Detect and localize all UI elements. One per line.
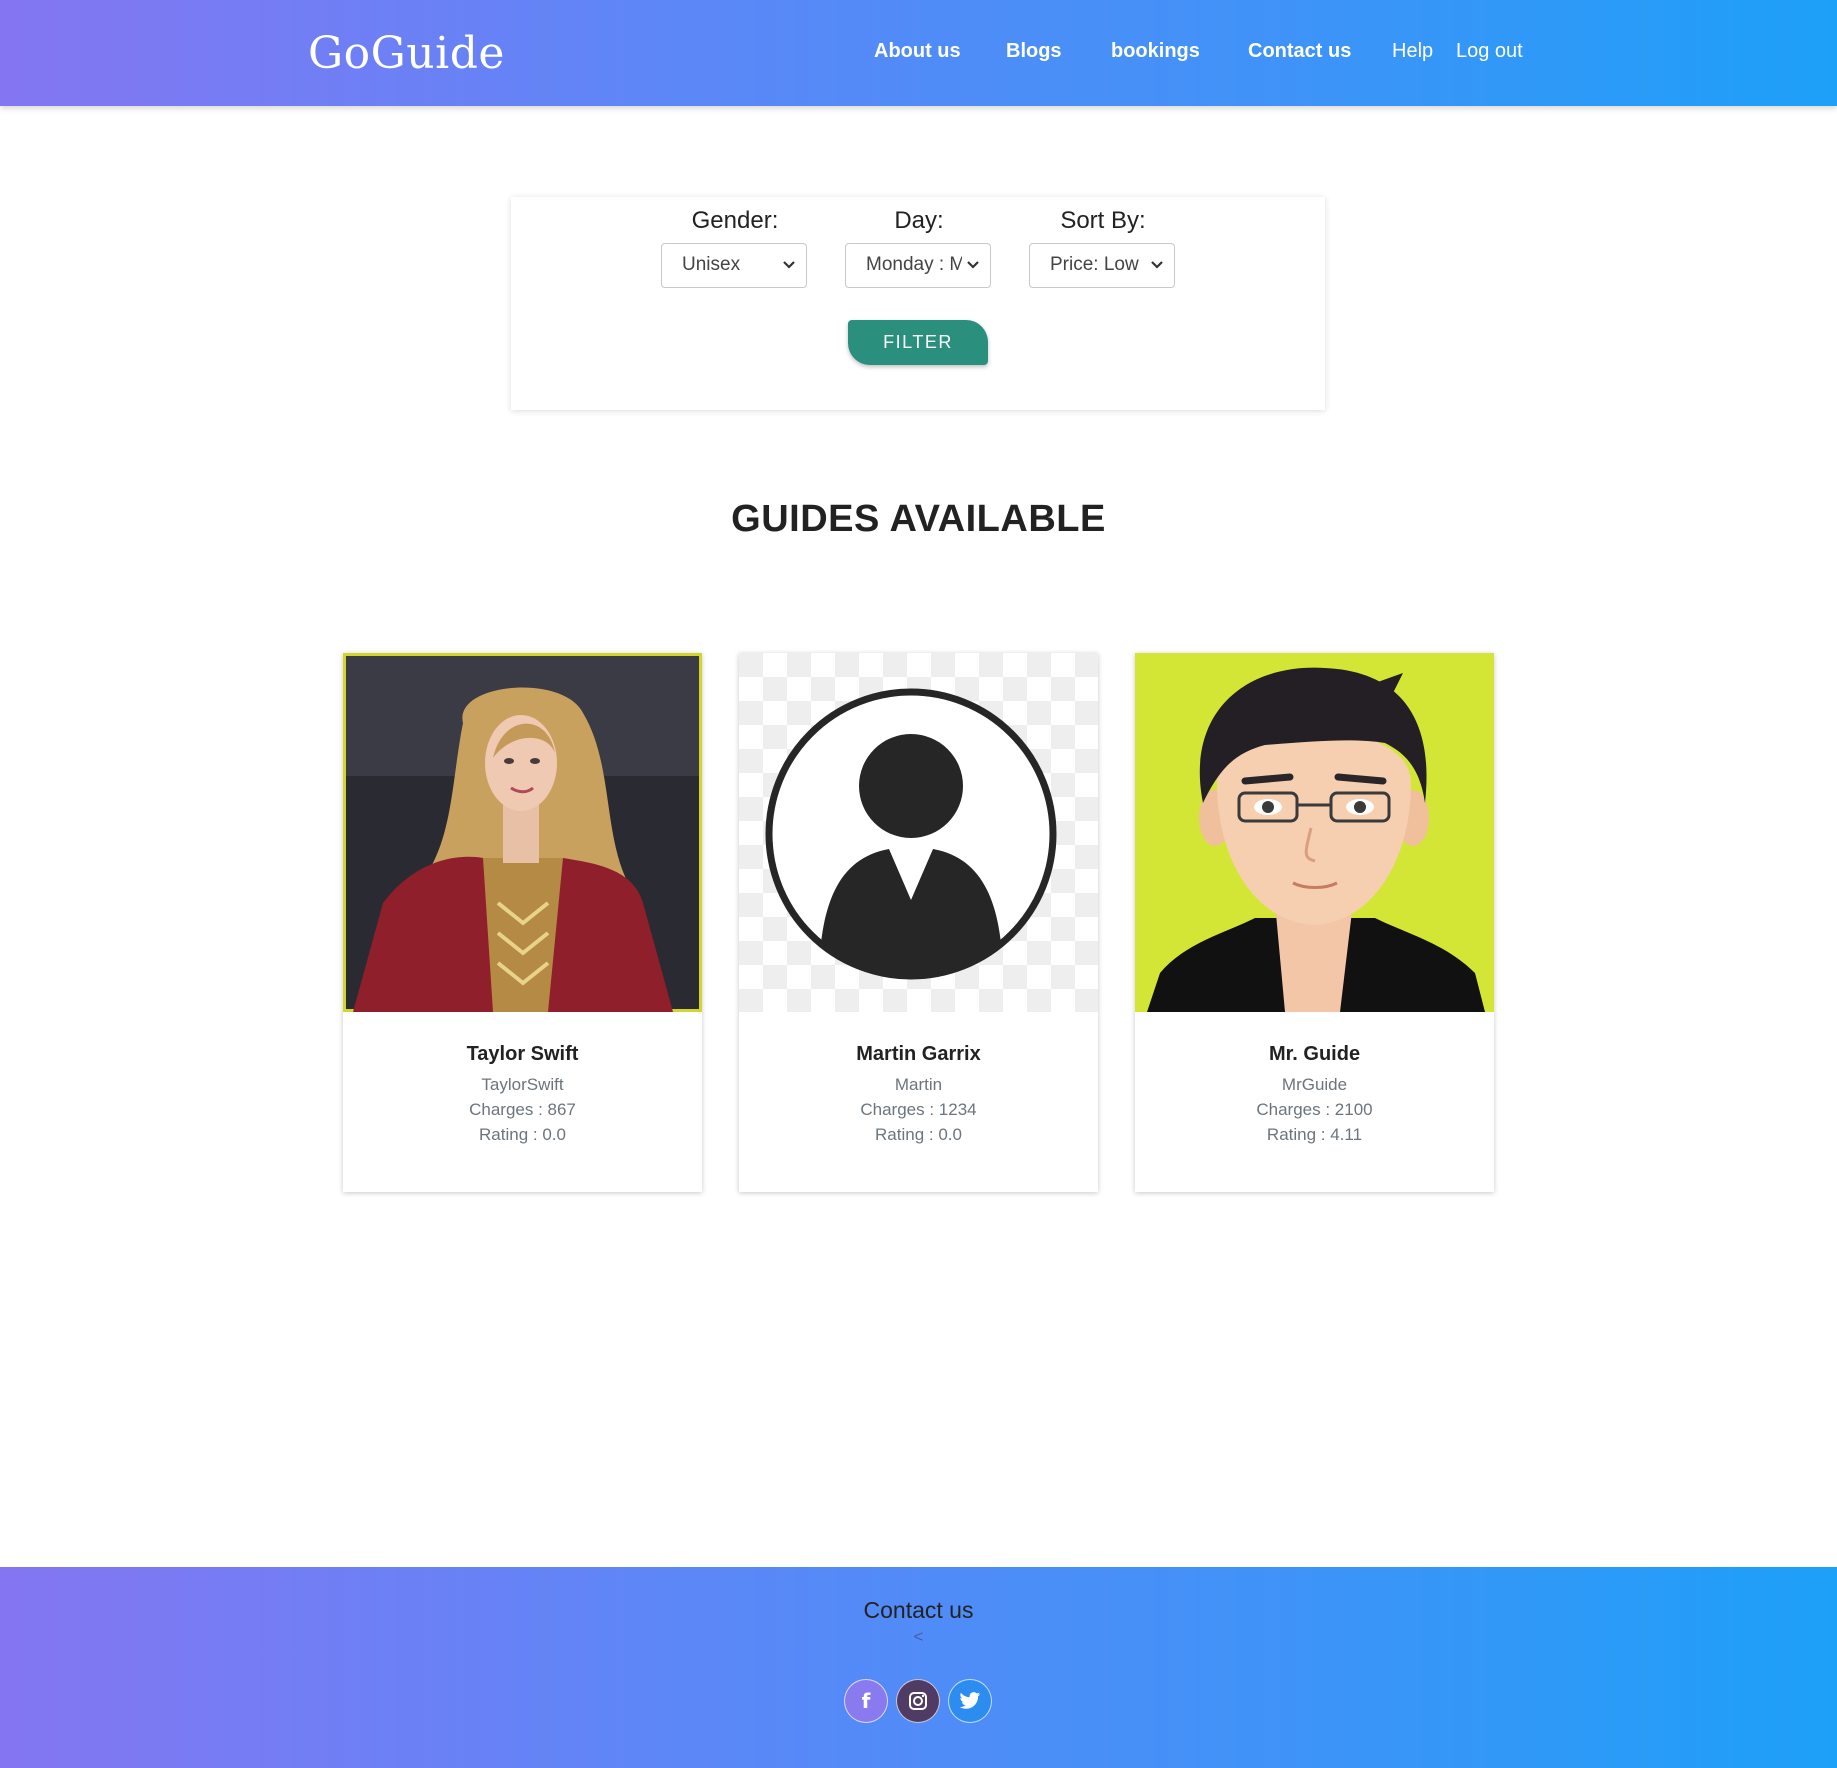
guide-rating: Rating : 0.0 xyxy=(875,1125,962,1144)
gender-select[interactable]: Unisex xyxy=(661,243,807,288)
guide-username: Martin xyxy=(894,1075,943,1094)
sort-select[interactable]: Price: Low xyxy=(1029,243,1175,288)
chevron-down-icon xyxy=(967,261,979,269)
filter-card: Gender: Unisex Day: Monday : M Sort By: … xyxy=(511,197,1325,410)
guide-charges: Charges : 1234 xyxy=(860,1100,977,1119)
guide-photo xyxy=(343,653,702,1012)
guide-username: TaylorSwift xyxy=(481,1075,564,1094)
navbar: GoGuide About us Blogs bookings Contact … xyxy=(0,0,1837,106)
day-label: Day: xyxy=(894,207,944,234)
guide-charges: Charges : 2100 xyxy=(1256,1100,1373,1119)
chevron-down-icon xyxy=(783,261,795,269)
nav-about[interactable]: About us xyxy=(874,40,961,63)
twitter-glyph xyxy=(959,1692,981,1709)
nav-blogs[interactable]: Blogs xyxy=(1006,40,1062,63)
filter-button[interactable]: FILTER xyxy=(848,320,988,365)
footer-contact-title: Contact us xyxy=(863,1597,974,1623)
guide-username: MrGuide xyxy=(1281,1075,1348,1094)
gender-select-value: Unisex xyxy=(682,254,741,275)
day-select[interactable]: Monday : M xyxy=(845,243,991,288)
facebook-glyph: f xyxy=(861,1689,871,1713)
guide-name: Taylor Swift xyxy=(466,1043,579,1065)
sort-label: Sort By: xyxy=(1060,207,1146,234)
guide-photo xyxy=(1135,653,1494,1012)
instagram-icon[interactable] xyxy=(896,1679,940,1723)
guide-card[interactable]: Taylor Swift TaylorSwift Charges : 867 R… xyxy=(343,653,702,1192)
brand-logo[interactable]: GoGuide xyxy=(308,28,505,79)
twitter-icon[interactable] xyxy=(948,1679,992,1723)
guide-name: Martin Garrix xyxy=(856,1043,981,1065)
gender-filter: Gender: Unisex xyxy=(661,207,809,288)
nav-contact[interactable]: Contact us xyxy=(1248,40,1351,63)
guide-card[interactable]: Martin Garrix Martin Charges : 1234 Rati… xyxy=(739,653,1098,1192)
day-filter: Day: Monday : M xyxy=(845,207,993,288)
guide-photo xyxy=(739,653,1098,1012)
footer-arrow[interactable]: < xyxy=(0,1627,1837,1647)
guide-card[interactable]: Mr. Guide MrGuide Charges : 2100 Rating … xyxy=(1135,653,1494,1192)
nav-logout[interactable]: Log out xyxy=(1456,40,1523,63)
facebook-icon[interactable]: f xyxy=(844,1679,888,1723)
guide-name: Mr. Guide xyxy=(1268,1043,1361,1065)
day-select-value: Monday : M xyxy=(866,254,962,275)
chevron-down-icon xyxy=(1151,261,1163,269)
instagram-glyph xyxy=(909,1692,927,1710)
nav-help[interactable]: Help xyxy=(1392,40,1433,63)
gender-label: Gender: xyxy=(691,207,779,234)
guide-rating: Rating : 4.11 xyxy=(1266,1125,1363,1144)
page-title: GUIDES AVAILABLE xyxy=(731,498,1106,540)
guide-charges: Charges : 867 xyxy=(469,1100,576,1119)
sort-select-value: Price: Low xyxy=(1050,254,1139,275)
guide-rating: Rating : 0.0 xyxy=(479,1125,566,1144)
sort-filter: Sort By: Price: Low xyxy=(1029,207,1177,288)
nav-bookings[interactable]: bookings xyxy=(1111,40,1200,63)
footer: Contact us < f xyxy=(0,1567,1837,1768)
